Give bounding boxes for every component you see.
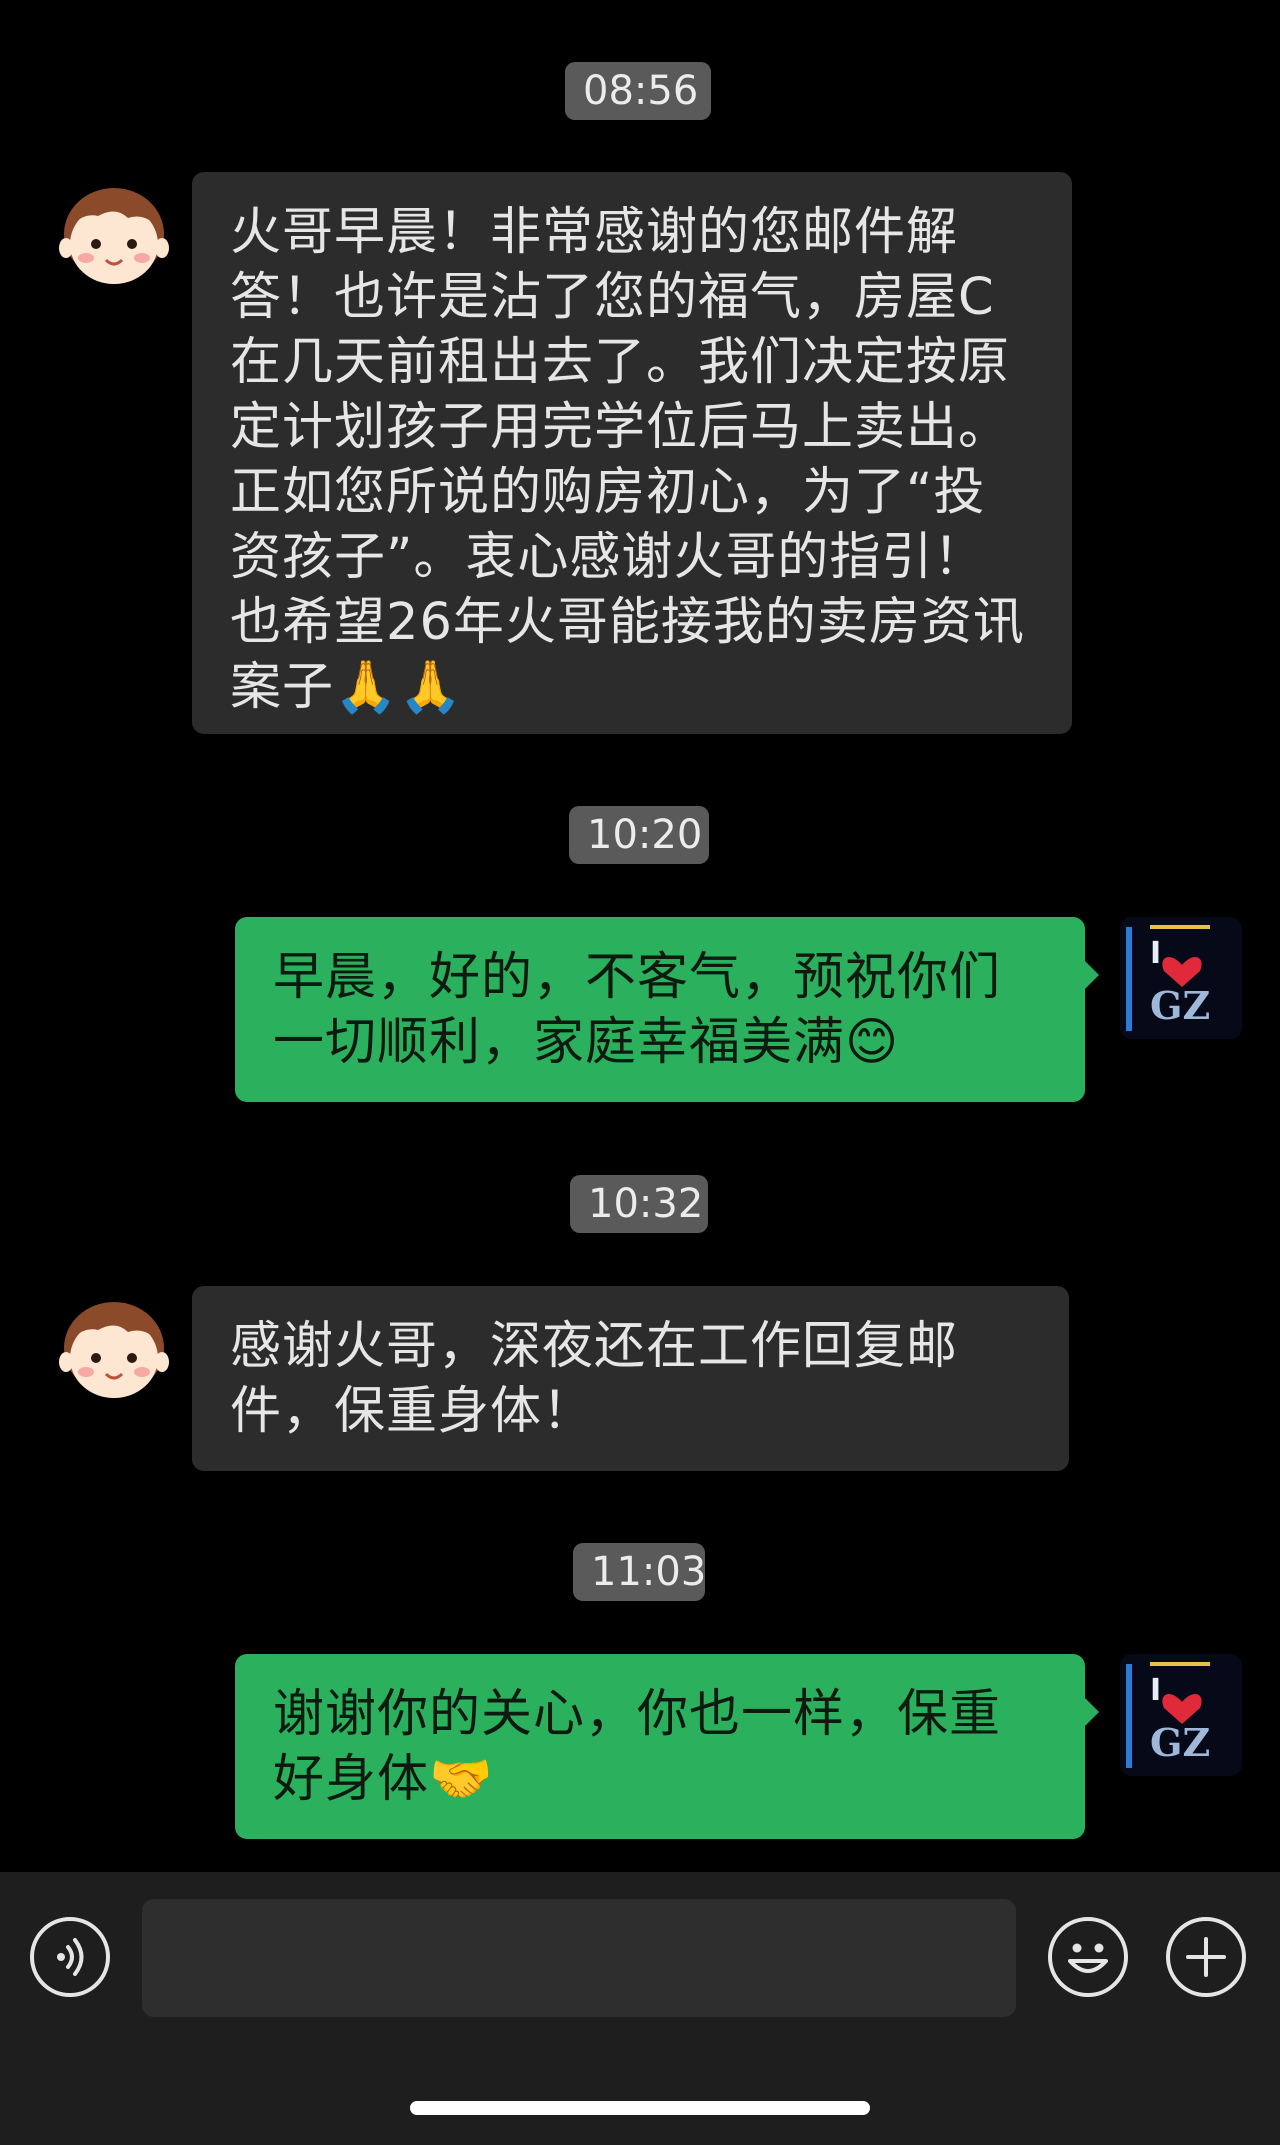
message-bubble-incoming[interactable]: 感谢火哥，深夜还在工作回复邮件，保重身体！ bbox=[192, 1286, 1069, 1471]
message-bubble-incoming[interactable]: 火哥早晨！非常感谢的您邮件解答！也许是沾了您的福气，房屋C在几天前租出去了。我们… bbox=[192, 172, 1072, 734]
message-bubble-outgoing[interactable]: 谢谢你的关心，你也一样，保重好身体🤝 bbox=[235, 1654, 1099, 1839]
plus-button[interactable] bbox=[1166, 1917, 1246, 1997]
i-love-gz-sign-icon: I GZ bbox=[1120, 1654, 1242, 1776]
handshake-emoji: 🤝 bbox=[429, 1750, 494, 1809]
cartoon-boy-icon bbox=[54, 172, 174, 292]
svg-text:I: I bbox=[1150, 936, 1161, 971]
cartoon-boy-icon bbox=[54, 1286, 174, 1406]
emoji-icon bbox=[1068, 1943, 1108, 1973]
emoji-button[interactable] bbox=[1048, 1917, 1128, 1997]
voice-input-icon bbox=[57, 1938, 84, 1976]
voice-input-button[interactable] bbox=[30, 1917, 110, 1997]
i-love-gz-sign-icon: I GZ bbox=[1120, 917, 1242, 1039]
svg-text:I: I bbox=[1150, 1673, 1161, 1708]
plus-icon bbox=[1186, 1937, 1226, 1977]
message-input[interactable] bbox=[142, 1899, 1016, 2017]
input-bar bbox=[0, 1872, 1280, 2145]
timestamp: 11:03 bbox=[573, 1543, 706, 1601]
svg-text:GZ: GZ bbox=[1150, 1720, 1210, 1765]
message-text: 火哥早晨！非常感谢的您邮件解答！也许是沾了您的福气，房屋C在几天前租出去了。我们… bbox=[230, 203, 1025, 717]
message-text: 感谢火哥，深夜还在工作回复邮件，保重身体！ bbox=[230, 1317, 959, 1441]
message-text: 谢谢你的关心，你也一样，保重好身体 bbox=[273, 1685, 1002, 1809]
avatar-text: GZ bbox=[1150, 983, 1210, 1028]
timestamp: 08:56 bbox=[565, 62, 711, 120]
friend-avatar[interactable] bbox=[54, 1286, 174, 1406]
folded-hands-emoji: 🙏🙏 bbox=[334, 658, 464, 717]
chat-screen: 08:56 火哥早晨！非常感谢的您邮件解答！也许是沾了您的福气，房屋C在几天前租… bbox=[0, 0, 1280, 2145]
friend-avatar[interactable] bbox=[54, 172, 174, 292]
home-indicator[interactable] bbox=[410, 2101, 870, 2115]
timestamp: 10:32 bbox=[570, 1175, 708, 1233]
timestamp: 10:20 bbox=[569, 806, 709, 864]
my-avatar[interactable]: I GZ bbox=[1120, 1654, 1242, 1776]
message-bubble-outgoing[interactable]: 早晨，好的，不客气，预祝你们一切顺利，家庭幸福美满😊 bbox=[235, 917, 1099, 1102]
my-avatar[interactable]: I GZ bbox=[1120, 917, 1242, 1039]
smiling-face-emoji: 😊 bbox=[845, 1013, 900, 1072]
